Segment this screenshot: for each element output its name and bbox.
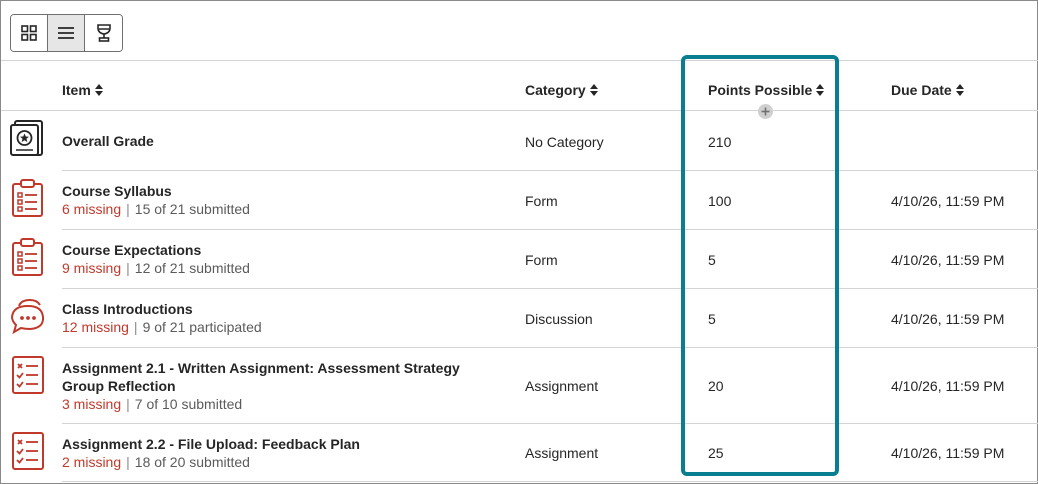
view-toggle	[10, 14, 123, 52]
category-cell: Discussion	[525, 311, 593, 327]
grade-item-title[interactable]: Course Syllabus	[62, 182, 172, 200]
trophy-icon	[96, 24, 111, 42]
missing-link[interactable]: 12 missing	[62, 319, 129, 335]
sort-icon	[816, 84, 825, 96]
submitted-count: 12 of 21 submitted	[134, 260, 250, 276]
column-header-label: Due Date	[891, 82, 952, 98]
submitted-count: 15 of 21 submitted	[134, 201, 250, 217]
column-header-label: Points Possible	[708, 82, 813, 98]
row-divider	[62, 423, 1038, 424]
column-header-points-possible[interactable]: Points Possible	[708, 82, 825, 98]
separator: |	[133, 319, 138, 335]
category-cell: Assignment	[525, 378, 599, 394]
separator: |	[126, 260, 130, 276]
grid-icon	[21, 25, 37, 41]
separator: |	[126, 396, 130, 412]
points-cell: 25	[708, 445, 724, 461]
column-header-label: Category	[525, 82, 586, 98]
points-cell: 210	[708, 134, 732, 150]
missing-link[interactable]: 6 missing	[62, 201, 121, 217]
sort-icon	[94, 84, 103, 96]
add-column-button[interactable]	[758, 104, 773, 119]
column-header-item[interactable]: Item	[62, 82, 103, 98]
title-line: Assignment 2.1 - Written Assignment: Ass…	[62, 360, 460, 376]
grade-item-title[interactable]: Assignment 2.2 - File Upload: Feedback P…	[62, 435, 360, 453]
clipboard-form-icon	[12, 179, 43, 217]
submitted-count: 18 of 20 submitted	[134, 454, 250, 470]
list-icon	[58, 27, 74, 39]
grid-view-button[interactable]	[11, 15, 48, 51]
clipboard-form-icon	[12, 238, 43, 276]
grade-item-status: 9 missing | 12 of 21 submitted	[62, 259, 250, 277]
column-header-category[interactable]: Category	[525, 82, 598, 98]
grade-item-status: 6 missing | 15 of 21 submitted	[62, 200, 250, 218]
separator: |	[126, 201, 130, 217]
due-date-cell: 4/10/26, 11:59 PM	[891, 311, 1005, 327]
separator: |	[126, 454, 130, 470]
grade-item-title[interactable]: Assignment 2.1 - Written Assignment: Ass…	[62, 359, 460, 395]
gradebook-panel: Item Category Points Possible Due Date O…	[0, 0, 1038, 484]
points-cell: 100	[708, 193, 732, 209]
row-divider	[62, 481, 1038, 482]
grade-item-status: 12 missing | 9 of 21 participated	[62, 318, 262, 336]
title-line: Group Reflection	[62, 378, 176, 394]
participated-count: 9 of 21 participated	[142, 319, 262, 335]
grade-item-title[interactable]: Class Introductions	[62, 300, 193, 318]
row-divider	[62, 288, 1038, 289]
due-date-cell: 4/10/26, 11:59 PM	[891, 252, 1005, 268]
list-view-button[interactable]	[48, 15, 85, 51]
assignment-checklist-icon	[12, 432, 44, 470]
points-column-highlight	[681, 55, 839, 476]
points-cell: 20	[708, 378, 724, 394]
points-cell: 5	[708, 311, 716, 327]
discussion-icon	[10, 298, 45, 335]
header-bottom-divider	[1, 110, 1038, 111]
plus-icon	[761, 107, 770, 116]
points-cell: 5	[708, 252, 716, 268]
missing-link[interactable]: 3 missing	[62, 396, 121, 412]
submitted-count: 7 of 10 submitted	[134, 396, 243, 412]
assignment-checklist-icon	[12, 356, 44, 394]
grade-item-title[interactable]: Overall Grade	[62, 132, 154, 150]
column-header-due-date[interactable]: Due Date	[891, 82, 964, 98]
grade-item-title[interactable]: Course Expectations	[62, 241, 201, 259]
row-divider	[62, 347, 1038, 348]
category-cell: Form	[525, 252, 558, 268]
missing-link[interactable]: 9 missing	[62, 260, 121, 276]
row-divider	[62, 229, 1038, 230]
category-cell: Assignment	[525, 445, 599, 461]
sort-icon	[589, 84, 598, 96]
grade-item-status: 3 missing | 7 of 10 submitted	[62, 395, 242, 413]
due-date-cell: 4/10/26, 11:59 PM	[891, 378, 1005, 394]
category-cell: Form	[525, 193, 558, 209]
trophy-view-button[interactable]	[85, 15, 122, 51]
category-cell: No Category	[525, 134, 604, 150]
missing-link[interactable]: 2 missing	[62, 454, 121, 470]
sort-icon	[955, 84, 964, 96]
header-top-divider	[1, 60, 1038, 61]
column-header-label: Item	[62, 82, 91, 98]
grade-item-status: 2 missing | 18 of 20 submitted	[62, 453, 250, 471]
due-date-cell: 4/10/26, 11:59 PM	[891, 445, 1005, 461]
overall-grade-icon	[10, 120, 43, 156]
due-date-cell: 4/10/26, 11:59 PM	[891, 193, 1005, 209]
row-divider	[62, 170, 1038, 171]
